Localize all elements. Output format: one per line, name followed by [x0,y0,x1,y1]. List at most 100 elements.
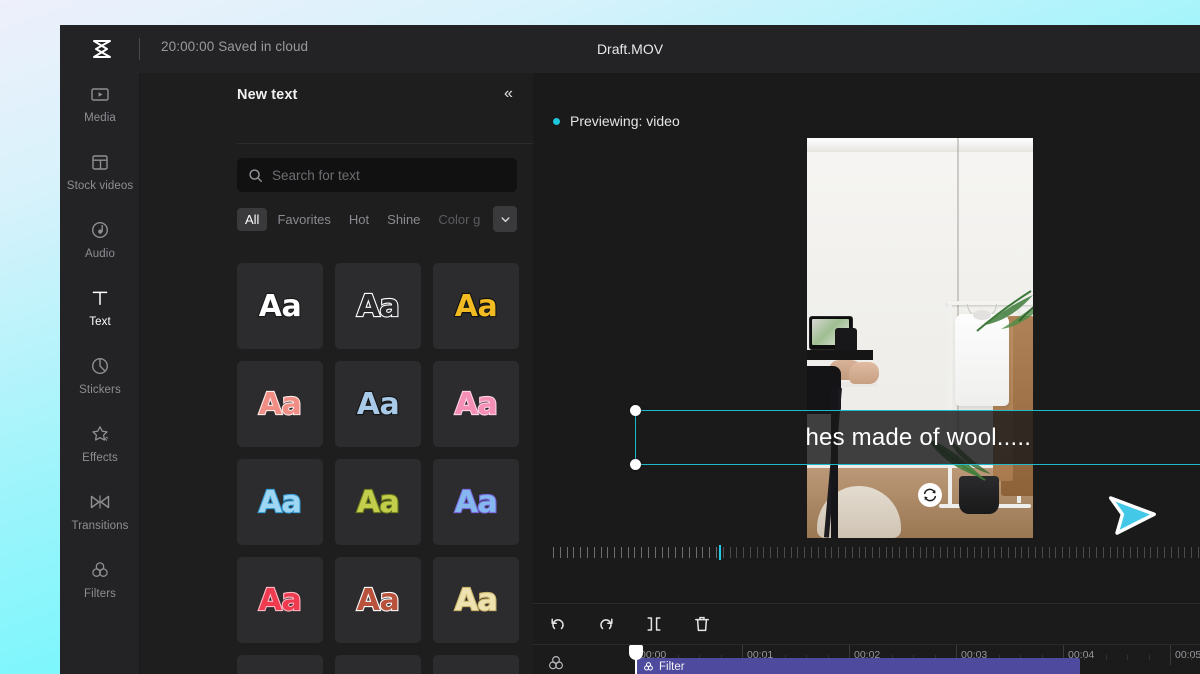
scene-hand-right [849,362,879,384]
scrubber-tick [668,547,670,558]
sidebar-item-label: Text [89,316,111,328]
scrubber-tick [859,547,861,558]
track-header [533,645,630,674]
search-box[interactable] [237,158,517,192]
redo-icon[interactable] [593,611,619,637]
scrubber-tick [879,547,881,558]
scrubber-tick [933,547,935,558]
scrubber-tick [1117,547,1119,558]
text-style-row: Aa Aa Aa [237,459,533,545]
scrubber-tick [818,547,820,558]
scrubber-tick [804,547,806,558]
trash-icon[interactable] [689,611,715,637]
text-style-magenta-outline-white[interactable]: Aa [433,655,519,674]
selection-handle-tl[interactable] [630,405,641,416]
timeline-toolbar [533,604,1200,644]
capcut-logo-icon[interactable] [88,36,116,62]
overlay-text[interactable]: Clothes made of wool...... [807,410,1033,465]
scrubber-tick [1021,547,1023,558]
scrubber-tick [1001,547,1003,558]
media-icon [87,81,113,107]
scrubber-tick [1028,547,1030,558]
text-style-skyblue-outline-blue[interactable]: Aa [237,459,323,545]
scrubber-tick [587,547,589,558]
scrubber-tick [743,547,745,558]
scrubber-tick [981,547,983,558]
timeline-clips: Filter [630,658,1200,674]
tab-favorites[interactable]: Favorites [269,208,338,231]
scrubber-tick [1150,547,1152,558]
scrubber-tick [1103,547,1105,558]
sidebar-item-text[interactable]: Text [60,285,140,343]
text-style-brick-outline-white[interactable]: Aa [335,557,421,643]
scrubber-tick [1069,547,1071,558]
tab-all[interactable]: All [237,207,268,231]
clip-label: Filter [659,660,685,673]
text-style-black-outline-white[interactable]: Aa [335,263,421,349]
tab-shine[interactable]: Shine [379,208,428,231]
timeline-clip-filter[interactable]: Filter [637,658,1080,674]
scrubber-playhead[interactable] [719,545,722,560]
text-style-preview: Aa [356,483,401,520]
preview-status-text: Previewing: video [570,113,680,129]
text-style-peach-outline-tan[interactable]: Aa [237,655,323,674]
scene-plant-upper [975,285,1033,335]
tab-color-gradient[interactable]: Color g [430,208,488,231]
timeline: 00:00 00:01 00:02 00:03 00:04 00:05 Filter [533,603,1200,674]
text-style-lightblue-outline-black[interactable]: Aa [335,361,421,447]
text-style-row: Aa Aa Aa [237,557,533,643]
chevron-down-icon[interactable] [493,206,517,232]
stickers-icon [87,353,113,379]
text-library-panel: New text « All Favorites Hot Shine Color… [141,73,533,674]
scrubber-tick [696,547,698,558]
split-icon[interactable] [641,611,667,637]
text-style-olive-outline-green[interactable]: Aa [335,459,421,545]
text-style-salmon-outline-white[interactable]: Aa [237,361,323,447]
status-dot-icon [553,117,560,125]
scrubber-tick [634,547,636,558]
pointer-cursor-icon [1091,479,1161,549]
rotate-reset-icon[interactable] [918,483,942,507]
timeline-playhead-knob[interactable] [629,645,643,660]
scrubber-tick [1015,547,1017,558]
tab-hot[interactable]: Hot [341,208,377,231]
text-style-gold-outline-black[interactable]: Aa [433,263,519,349]
search-input[interactable] [272,167,517,183]
sidebar-item-effects[interactable]: Effects [60,421,140,479]
title-bar: 20:00:00 Saved in cloud Draft.MOV [60,25,1200,73]
collapse-panel-button[interactable]: « [504,86,513,102]
selection-handle-bl[interactable] [630,459,641,470]
text-style-white-outline-black[interactable]: Aa [237,263,323,349]
scrubber-tick [974,547,976,558]
transitions-icon [87,489,113,515]
text-style-red-outline-pink[interactable]: Aa [237,557,323,643]
text-style-preview: Aa [454,385,499,422]
scrubber-tick [1008,547,1010,558]
sidebar-item-filters[interactable]: Filters [60,557,140,615]
scene-camera-body [835,328,857,352]
sidebar-item-stock-videos[interactable]: Stock videos [60,149,140,207]
text-style-cornflower-outline-purple[interactable]: Aa [433,459,519,545]
scrubber-tick [791,547,793,558]
scrubber-tick [865,547,867,558]
sidebar-item-stickers[interactable]: Stickers [60,353,140,411]
scrubber-tick [920,547,922,558]
sidebar-item-media[interactable]: Media [60,81,140,139]
scrubber-tick [641,547,643,558]
scrubber-tick [872,547,874,558]
preview-scrubber[interactable] [553,545,1200,561]
sidebar-item-label: Stock videos [66,180,134,192]
text-style-pink-outline-lightpink[interactable]: Aa [433,361,519,447]
scrubber-tick [757,547,759,558]
undo-icon[interactable] [545,611,571,637]
text-style-cream-outline-tan[interactable]: Aa [433,557,519,643]
filters-icon [87,557,113,583]
scrubber-tick [580,547,582,558]
video-preview[interactable]: Clothes made of wool...... [807,138,1033,538]
scrubber-tick [913,547,915,558]
text-style-blue-outline-white[interactable]: Aa [335,655,421,674]
sidebar-item-audio[interactable]: Audio [60,217,140,275]
scrubber-tick [1110,547,1112,558]
sidebar-item-transitions[interactable]: Transitions [60,489,140,547]
scrubber-tick [967,547,969,558]
